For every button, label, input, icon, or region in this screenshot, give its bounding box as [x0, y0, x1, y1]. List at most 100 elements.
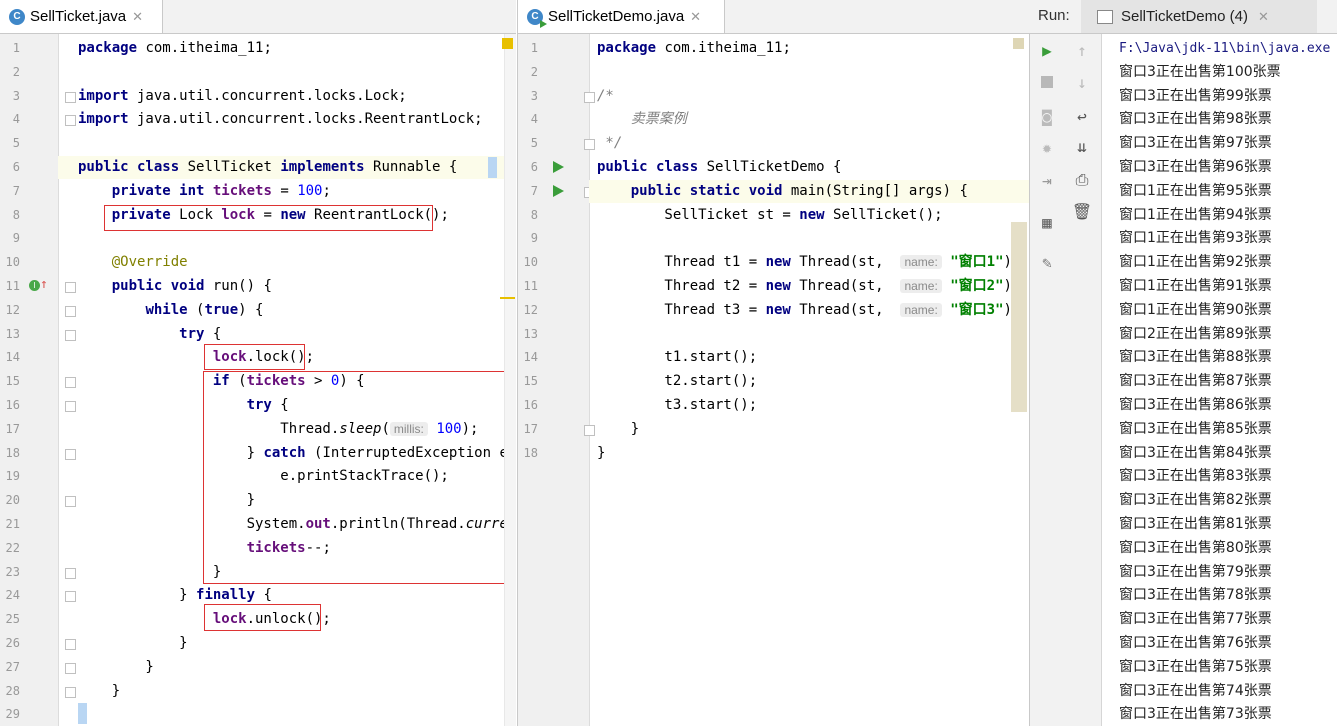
editor-tabbar: C SellTicket.java ✕	[0, 0, 516, 34]
tab-sellticketdemo[interactable]: C SellTicketDemo.java ✕	[518, 0, 725, 33]
override-method-icon[interactable]: I	[29, 280, 40, 291]
stop-icon[interactable]	[1035, 70, 1059, 94]
close-icon[interactable]: ✕	[1258, 9, 1269, 25]
soft-wrap-icon[interactable]: ↩	[1070, 104, 1094, 128]
code-line[interactable]: Thread t2 = new Thread(st, name: "窗口2");	[597, 275, 1020, 298]
code-line[interactable]: try {	[78, 323, 221, 346]
code-line[interactable]: */	[597, 132, 622, 155]
code-line[interactable]: public class SellTicket implements Runna…	[78, 156, 457, 179]
code-area[interactable]: package com.itheima_11;import java.util.…	[58, 34, 516, 726]
line-number: 14	[5, 350, 20, 365]
code-line[interactable]: }	[78, 561, 221, 584]
code-line[interactable]: }	[597, 418, 639, 441]
code-line[interactable]: Thread t3 = new Thread(st, name: "窗口3");	[597, 299, 1020, 322]
line-number: 25	[5, 612, 20, 627]
line-number: 21	[5, 517, 20, 531]
layout-icon[interactable]: ▦	[1035, 210, 1059, 234]
code-line[interactable]: while (true) {	[78, 299, 263, 322]
line-number: 5	[530, 136, 538, 151]
arrow-up-icon: ↑	[40, 277, 48, 292]
code-line[interactable]: package com.itheima_11;	[78, 37, 272, 60]
debug-icon[interactable]: ✹	[1035, 135, 1059, 159]
console-line: 窗口3正在出售第83张票	[1119, 468, 1272, 485]
code-token: "窗口2"	[950, 278, 1004, 294]
pin-icon[interactable]: ✎	[1035, 250, 1059, 274]
code-area[interactable]: package com.itheima_11; /* 卖票案例 */ public …	[589, 34, 1029, 726]
scrollbar-thumb[interactable]	[1011, 222, 1027, 412]
console-line: 窗口2正在出售第89张票	[1119, 325, 1272, 342]
lock-call-box	[204, 344, 305, 370]
line-number: 24	[5, 588, 20, 603]
code-line[interactable]: public class SellTicketDemo {	[597, 156, 841, 179]
scroll-to-end-icon[interactable]: ⇊	[1070, 134, 1094, 158]
line-number: 4	[530, 112, 538, 127]
code-token: "窗口1"	[950, 254, 1004, 271]
code-line[interactable]: public static void main(String[] args) {	[597, 180, 968, 203]
code-line[interactable]: public void run() {	[78, 275, 272, 298]
print-icon[interactable]: ⎙	[1070, 168, 1094, 192]
code-line[interactable]: 卖票案例	[597, 108, 687, 131]
code-line[interactable]: }	[78, 656, 154, 679]
line-number: 18	[5, 445, 20, 460]
code-token: public void	[111, 278, 205, 294]
code-token: finally	[196, 587, 256, 604]
down-arrow-icon[interactable]: ↓	[1070, 70, 1094, 94]
close-icon[interactable]: ✕	[690, 9, 701, 25]
parameter-hint: name:	[900, 302, 942, 317]
code-token: Thread(st,	[790, 278, 901, 294]
code-token: SellTicket	[179, 159, 281, 175]
tab-sellticket[interactable]: C SellTicket.java ✕	[0, 0, 163, 33]
trash-icon[interactable]: 🗑	[1070, 199, 1094, 223]
code-line[interactable]: t2.start();	[597, 370, 757, 393]
code-token: implements	[280, 159, 365, 175]
warning-stripe[interactable]	[500, 297, 515, 299]
code-line[interactable]: t3.start();	[597, 394, 757, 417]
code-line[interactable]: import java.util.concurrent.locks.Lock;	[78, 85, 407, 108]
exit-icon[interactable]: ⇥	[1035, 168, 1059, 192]
code-line[interactable]: package com.itheima_11;	[597, 37, 791, 60]
brace-match-highlight	[78, 703, 87, 725]
console-line: 窗口3正在出售第76张票	[1119, 635, 1272, 651]
code-line[interactable]: }	[597, 442, 605, 465]
line-number: 19	[5, 469, 20, 484]
code-token: Thread t2 =	[597, 278, 766, 294]
line-number: 11	[523, 279, 538, 293]
unlock-call-box	[204, 604, 321, 631]
code-line[interactable]: SellTicket st = new SellTicket();	[597, 204, 942, 227]
code-line[interactable]: Thread t1 = new Thread(st, name: "窗口1");	[597, 251, 1020, 274]
code-line[interactable]: @Override	[78, 251, 188, 274]
scrollbar[interactable]	[504, 34, 516, 726]
console-output[interactable]: F:\Java\jdk-11\bin\java.exe 窗口3正在出售第100张票…	[1102, 34, 1337, 726]
run-icon[interactable]: ▶	[1035, 38, 1059, 62]
code-token: Thread(st,	[790, 254, 901, 271]
run-tab[interactable]: SellTicketDemo (4) ✕	[1081, 0, 1317, 33]
warning-marker[interactable]	[502, 38, 513, 49]
code-line[interactable]: /*	[597, 85, 614, 108]
line-number: 14	[523, 350, 538, 365]
line-number: 15	[5, 374, 20, 389]
run-gutter-icon[interactable]	[553, 161, 564, 173]
console-line: 窗口3正在出售第82张票	[1119, 492, 1272, 509]
code-line[interactable]: }	[78, 680, 120, 703]
line-number: 23	[5, 564, 20, 579]
code-line[interactable]: private int tickets = 100;	[78, 180, 331, 203]
code-token: private int	[111, 182, 205, 199]
code-line[interactable]: import java.util.concurrent.locks.Reentr…	[78, 108, 483, 131]
code-line[interactable]: }	[78, 632, 187, 655]
run-gutter-icon[interactable]	[553, 184, 564, 197]
line-number: 15	[523, 374, 538, 389]
console-icon	[1097, 9, 1113, 24]
class-file-icon: C	[9, 8, 25, 25]
warning-marker[interactable]	[1013, 38, 1024, 49]
up-arrow-icon[interactable]: ↑	[1070, 38, 1094, 62]
code-line[interactable]: t1.start();	[597, 346, 757, 369]
close-icon[interactable]: ✕	[132, 9, 143, 25]
code-token: t2.start();	[597, 373, 758, 390]
code-token: }	[78, 658, 154, 675]
run-label: Run:	[1038, 7, 1070, 24]
camera-icon[interactable]: ◙	[1035, 104, 1059, 128]
tab-label: SellTicketDemo.java	[548, 8, 685, 25]
